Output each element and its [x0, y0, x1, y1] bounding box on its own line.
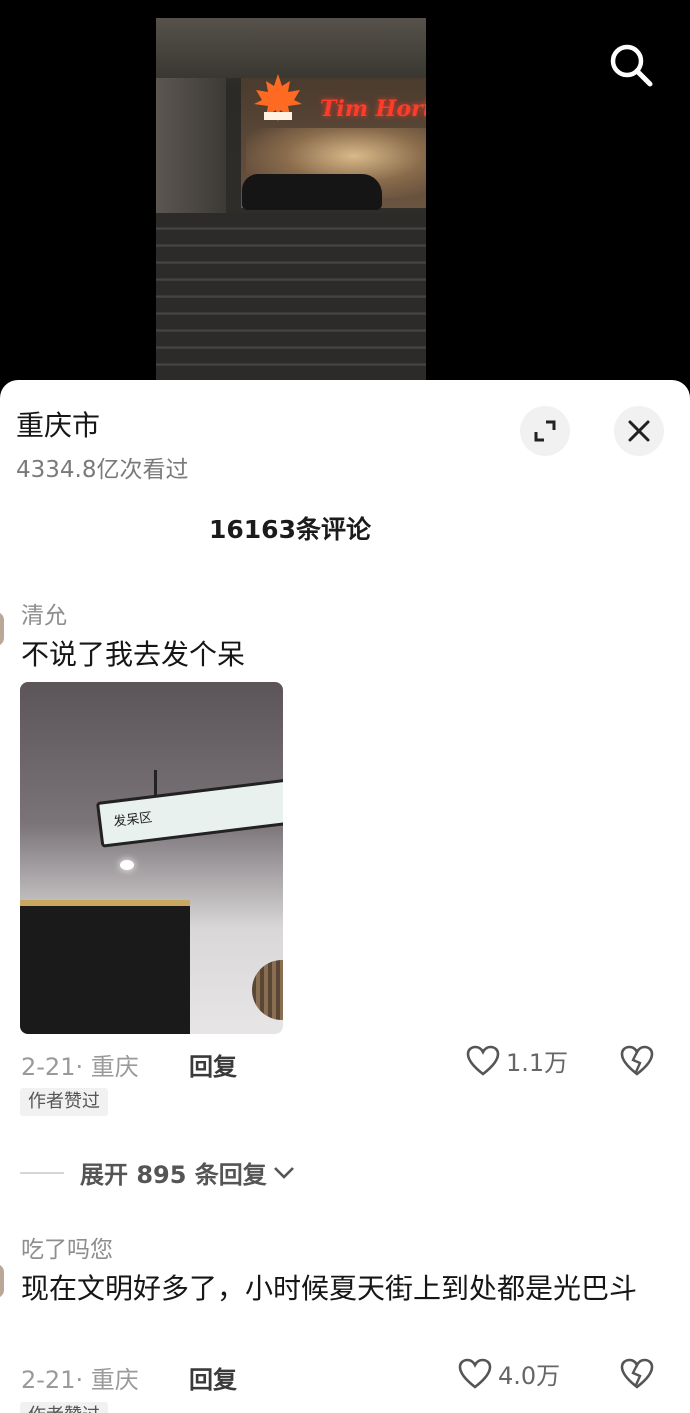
like-count: 1.1万 — [506, 1049, 569, 1077]
building-wall — [156, 18, 426, 78]
comment-text: 不说了我去发个呆 — [21, 638, 246, 671]
avatar[interactable] — [0, 612, 4, 646]
shop-front — [20, 900, 190, 1034]
comment-image[interactable]: 发呆区 — [20, 682, 283, 1034]
video-player[interactable]: Tim Horton — [156, 18, 426, 380]
like-count: 4.0万 — [498, 1362, 561, 1390]
comments-panel: 重庆市 4334.8亿次看过 16163条评论 清允 不说了我去发个呆 发呆区 … — [0, 380, 690, 1413]
sign-text: 发呆区 — [112, 810, 154, 831]
maple-leaf-logo — [254, 74, 302, 122]
stairs — [156, 213, 426, 380]
heart-icon — [458, 1358, 492, 1389]
divider — [20, 1171, 64, 1174]
close-icon — [628, 420, 650, 442]
like-button[interactable]: 1.1万 — [466, 1043, 568, 1078]
video-area[interactable]: Tim Horton — [0, 0, 690, 400]
panel-title: 重庆市 — [16, 409, 101, 442]
building-pillar — [156, 78, 226, 218]
author-liked-badge: 作者赞过 — [20, 1402, 108, 1413]
ceiling-light — [120, 860, 134, 870]
view-count: 4334.8亿次看过 — [16, 457, 189, 483]
parked-car — [242, 174, 382, 210]
broken-heart-icon[interactable] — [620, 1045, 654, 1077]
comment-meta: 2-21· 重庆 — [21, 1053, 139, 1081]
comment-count: 16163条评论 — [209, 515, 371, 544]
expand-icon — [534, 420, 556, 442]
store-sign-text: Tim Horton — [320, 96, 426, 122]
heart-icon — [466, 1045, 500, 1076]
expand-replies-label: 展开 895 条回复 — [80, 1161, 267, 1189]
reply-button[interactable]: 回复 — [189, 1360, 237, 1395]
avatar[interactable] — [0, 1264, 4, 1298]
chevron-down-icon — [273, 1166, 294, 1179]
like-button[interactable]: 4.0万 — [458, 1356, 560, 1391]
broken-heart-icon[interactable] — [620, 1358, 654, 1390]
expand-button[interactable] — [520, 406, 570, 456]
author-liked-badge: 作者赞过 — [20, 1088, 108, 1116]
close-button[interactable] — [614, 406, 664, 456]
comment-meta: 2-21· 重庆 — [21, 1366, 139, 1394]
reply-button[interactable]: 回复 — [189, 1047, 237, 1082]
expand-replies[interactable]: 展开 895 条回复 — [20, 1155, 295, 1190]
decor-curve — [252, 960, 283, 1020]
search-icon[interactable] — [608, 42, 654, 88]
comment-text: 现在文明好多了，小时候夏天街上到处都是光巴斗 — [21, 1272, 638, 1305]
hanging-sign: 发呆区 — [95, 778, 283, 848]
comment-author[interactable]: 吃了吗您 — [21, 1230, 113, 1264]
comment-author[interactable]: 清允 — [21, 596, 67, 630]
